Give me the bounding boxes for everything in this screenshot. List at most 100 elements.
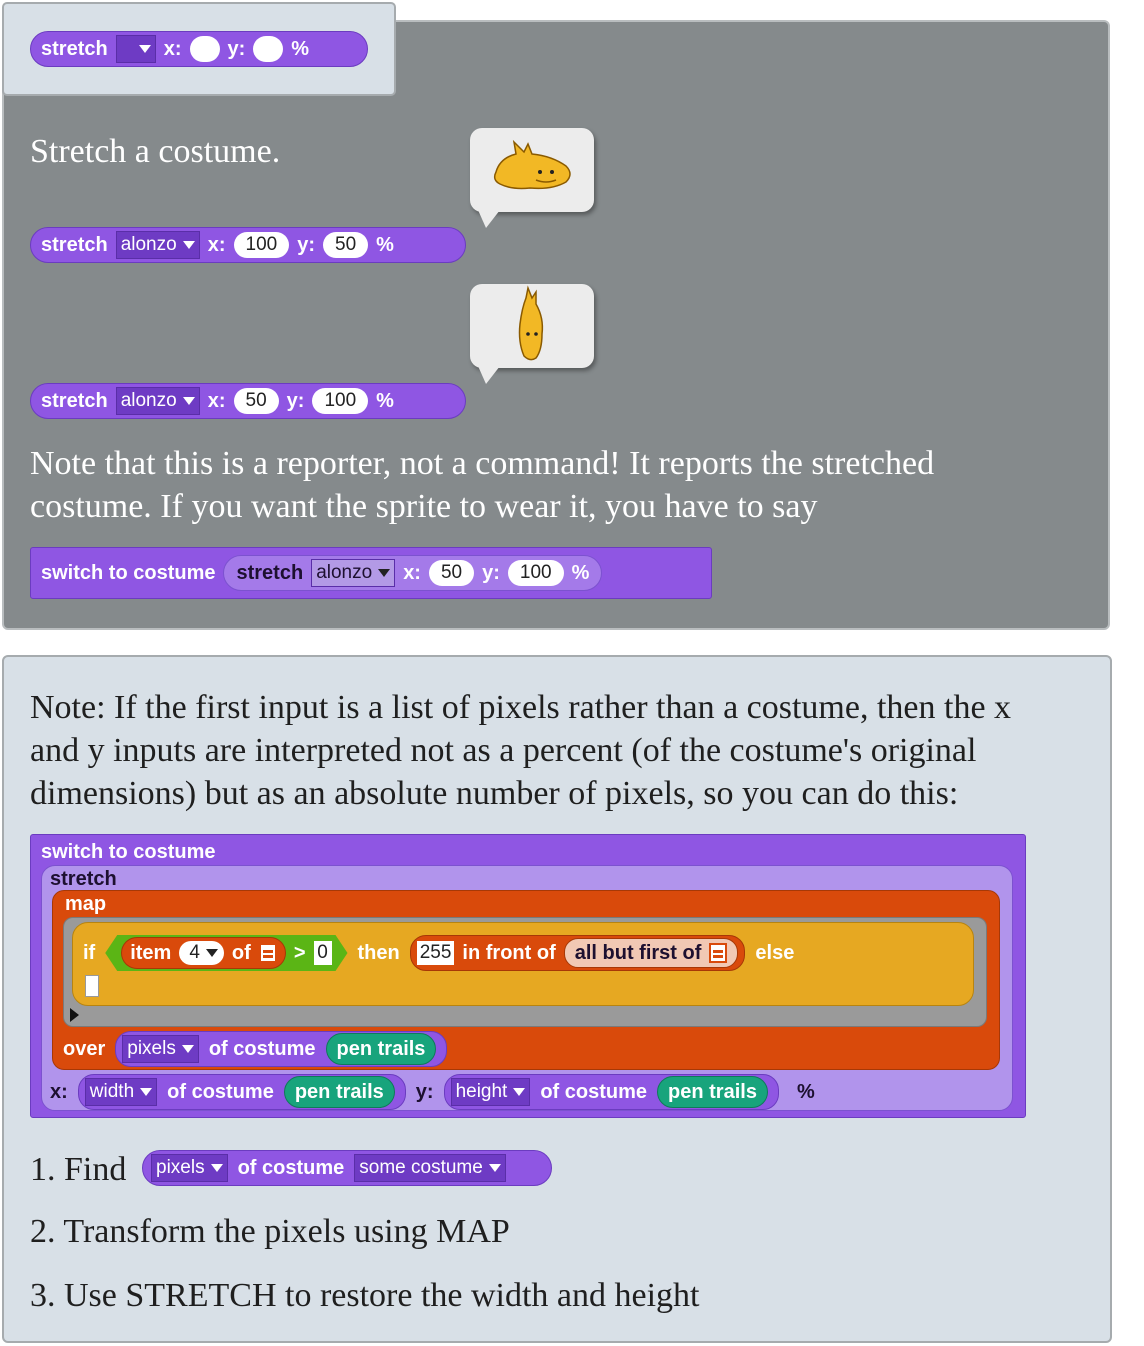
dropdown-arrow-icon [488, 1164, 501, 1172]
note2-line-2: and y inputs are interpreted not as a pe… [30, 732, 977, 769]
over-label: over [63, 1037, 106, 1060]
note-reporter-text: Note that this is a reporter, not a comm… [30, 442, 1100, 528]
in-front-of-reporter[interactable]: 255 in front of all but first of [409, 935, 746, 971]
note2-line-1: Note: If the first input is a list of pi… [30, 689, 1012, 726]
y-input[interactable]: 100 [507, 560, 564, 586]
map-label: map [65, 893, 107, 915]
y-input[interactable] [253, 36, 284, 62]
costume-dropdown[interactable]: alonzo [115, 387, 200, 415]
dimensions-row: x: width of costume pen trails y: height… [50, 1074, 815, 1110]
switch-to-costume-block[interactable]: switch to costume stretch alonzo x: 50 y… [30, 547, 712, 599]
if-label: if [83, 941, 96, 964]
dropdown-arrow-icon [181, 1045, 194, 1053]
result-bubble-wide [470, 128, 594, 212]
greater-than-predicate[interactable]: item 4 of > 0 [105, 935, 347, 971]
costume-dropdown[interactable] [115, 35, 156, 63]
pen-trails-reporter[interactable]: pen trails [283, 1076, 395, 1108]
if-row: if item 4 of > 0 then 255 in front of al… [83, 935, 794, 971]
note-pixels-text: Note: If the first input is a list of pi… [30, 686, 1100, 815]
ring-slot: if item 4 of > 0 then 255 in front of al… [63, 917, 987, 1027]
note2-line-3: dimensions) but as an absolute number of… [30, 775, 959, 812]
costume-name: alonzo [120, 390, 177, 411]
x-label: x: [50, 1080, 68, 1103]
costume-name: alonzo [316, 562, 373, 583]
stretch-label: stretch [41, 233, 108, 256]
step-2-text: 2. Transform the pixels using MAP [30, 1213, 510, 1250]
y-label: y: [227, 37, 246, 60]
note-line-2: costume. If you want the sprite to wear … [30, 488, 818, 525]
y-input[interactable]: 50 [323, 232, 369, 258]
height-of-costume-reporter[interactable]: height of costume pen trails [443, 1074, 779, 1110]
costume-dropdown[interactable]: alonzo [311, 559, 396, 587]
x-input[interactable] [189, 36, 220, 62]
costume-dropdown[interactable]: alonzo [115, 231, 200, 259]
dropdown-arrow-icon [140, 1088, 153, 1096]
width-of-costume-reporter[interactable]: width of costume pen trails [77, 1074, 406, 1110]
item-index-input[interactable]: 4 [179, 941, 224, 965]
all-but-first-reporter[interactable]: all but first of [563, 938, 739, 968]
x-label: x: [163, 37, 182, 60]
y-input[interactable]: 100 [312, 388, 369, 414]
dropdown-arrow-icon [182, 241, 195, 249]
attribute-dropdown[interactable]: pixels [151, 1154, 228, 1182]
dropdown-arrow-icon [182, 397, 195, 405]
stretch-reporter[interactable]: stretch alonzo x: 50 y: 100 % [223, 555, 603, 591]
over-row: over pixels of costume pen trails [63, 1031, 448, 1067]
pixels-of-costume-block[interactable]: pixels of costume some costume [142, 1150, 552, 1186]
x-label: x: [207, 389, 226, 412]
item-label: item [130, 941, 172, 964]
intro-text: Stretch a costume. [30, 133, 281, 170]
of-costume-label: of costume [540, 1080, 648, 1103]
value-255-input[interactable]: 255 [416, 941, 455, 965]
pen-trails-reporter[interactable]: pen trails [657, 1076, 768, 1108]
pixels-of-costume-reporter[interactable]: pixels of costume pen trails [115, 1031, 448, 1067]
big-switch-to-costume-block[interactable]: switch to costume stretch map if item 4 … [30, 834, 1026, 1118]
stretch-block-header[interactable]: stretch x: y: % [30, 31, 368, 67]
percent-label: % [796, 1080, 815, 1103]
stretch-block-example-1[interactable]: stretch alonzo x: 100 y: 50 % [30, 227, 466, 263]
attribute-dropdown[interactable]: height [450, 1078, 531, 1106]
attribute-value: height [455, 1081, 508, 1102]
map-reporter[interactable]: map if item 4 of > 0 then 255 in front o… [52, 890, 1000, 1070]
percent-label: % [291, 37, 310, 60]
dropdown-arrow-icon [378, 569, 391, 577]
ring-arrow-icon[interactable] [70, 1008, 79, 1022]
result-bubble-tall [470, 284, 594, 368]
x-input[interactable]: 50 [233, 388, 279, 414]
list-icon [259, 943, 277, 963]
pen-trails-reporter[interactable]: pen trails [325, 1033, 437, 1065]
x-input[interactable]: 50 [428, 560, 475, 586]
stretch-block-example-2[interactable]: stretch alonzo x: 50 y: 100 % [30, 383, 466, 419]
item-index-value: 4 [189, 942, 200, 963]
stretch-reporter[interactable]: stretch map if item 4 of > 0 then 255 in… [41, 865, 1013, 1111]
bubble-tail [478, 366, 500, 384]
attribute-value: pixels [156, 1157, 205, 1178]
stretch-label: stretch [236, 561, 304, 584]
attribute-dropdown[interactable]: pixels [122, 1035, 199, 1063]
y-label: y: [286, 389, 305, 412]
stretched-cat-tall-icon [518, 285, 544, 361]
if-then-else-reporter[interactable]: if item 4 of > 0 then 255 in front of al… [72, 922, 974, 1006]
dropdown-arrow-icon [210, 1164, 223, 1172]
item-of-reporter[interactable]: item 4 of [121, 937, 286, 969]
costume-dropdown[interactable]: some costume [354, 1154, 506, 1182]
dropdown-arrow-icon [206, 949, 218, 957]
stretch-label: stretch [50, 868, 117, 890]
of-costume-label: of costume [237, 1156, 345, 1179]
of-costume-label: of costume [167, 1080, 274, 1103]
y-label: y: [297, 233, 315, 256]
attribute-value: pixels [127, 1038, 176, 1059]
attribute-value: width [89, 1081, 135, 1102]
dropdown-arrow-icon [513, 1088, 526, 1096]
stretch-label: stretch [41, 37, 108, 60]
stretch-label: stretch [41, 389, 108, 412]
zero-input[interactable]: 0 [314, 941, 332, 965]
bubble-tail [478, 210, 500, 228]
x-label: x: [403, 561, 421, 584]
in-front-of-label: in front of [462, 941, 556, 964]
attribute-dropdown[interactable]: width [84, 1078, 158, 1106]
dropdown-arrow-icon [138, 45, 151, 53]
else-input[interactable] [85, 975, 99, 997]
all-but-first-label: all but first of [574, 941, 702, 964]
x-input[interactable]: 100 [233, 232, 290, 258]
